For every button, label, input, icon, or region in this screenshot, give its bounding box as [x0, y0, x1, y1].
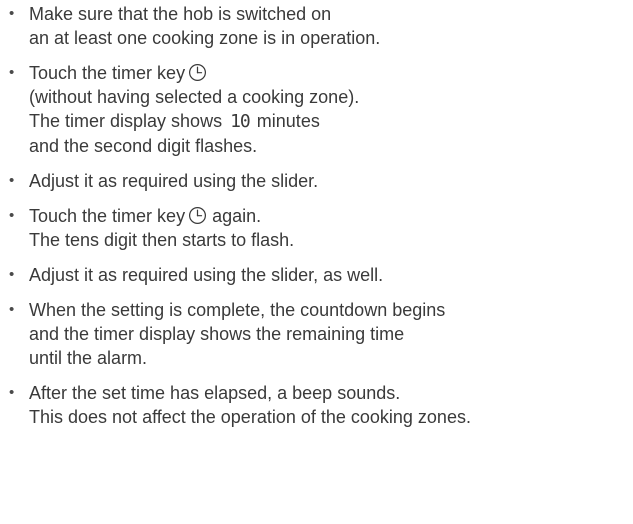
step-4-line-2: The tens digit then starts to flash.	[29, 230, 295, 250]
bullet: •	[9, 266, 15, 283]
instruction-page: • Make sure that the hob is switched on …	[0, 0, 633, 524]
step-4-text-suffix: again.	[212, 206, 262, 226]
step-2-line-4: and the second digit flashes.	[29, 136, 258, 156]
step-6-line-3: until the alarm.	[29, 348, 148, 368]
step-4-text: Touch the timer key	[29, 206, 186, 226]
bullet: •	[9, 64, 15, 81]
list-item-step-6: • When the setting is complete, the coun…	[0, 298, 633, 370]
step-3-line-1: Adjust it as required using the slider.	[29, 171, 319, 191]
step-7-line-2: This does not affect the operation of th…	[29, 407, 471, 427]
step-5-line-1: Adjust it as required using the slider, …	[29, 265, 384, 285]
step-1-line-2: an at least one cooking zone is in opera…	[29, 28, 381, 48]
step-2-display-suffix: minutes	[256, 111, 320, 131]
list-item-step-1: • Make sure that the hob is switched on …	[0, 2, 633, 50]
step-2-line-1: Touch the timer key	[29, 61, 633, 85]
bullet: •	[9, 207, 15, 224]
bullet: •	[9, 172, 15, 189]
timer-instructions-list: • Make sure that the hob is switched on …	[0, 2, 633, 429]
list-item-step-4: • Touch the timer key again. The tens di…	[0, 204, 633, 252]
step-4-line-1: Touch the timer key again.	[29, 204, 633, 228]
step-6-line-1: When the setting is complete, the countd…	[29, 300, 446, 320]
step-2-line-3: The timer display shows 10 minutes	[29, 109, 633, 134]
list-item-step-7: • After the set time has elapsed, a beep…	[0, 381, 633, 429]
bullet: •	[9, 5, 15, 22]
step-7-line-1: After the set time has elapsed, a beep s…	[29, 383, 401, 403]
step-1-line-1: Make sure that the hob is switched on	[29, 4, 332, 24]
step-2-line-2: (without having selected a cooking zone)…	[29, 87, 360, 107]
list-item-step-3: • Adjust it as required using the slider…	[0, 169, 633, 193]
bullet: •	[9, 301, 15, 318]
step-2-display-prefix: The timer display shows	[29, 111, 223, 131]
step-2-text: Touch the timer key	[29, 63, 186, 83]
clock-icon	[188, 63, 207, 82]
bullet: •	[9, 384, 15, 401]
clock-icon	[188, 206, 207, 225]
list-item-step-2: • Touch the timer key (without having se…	[0, 61, 633, 158]
step-6-line-2: and the timer display shows the remainin…	[29, 324, 405, 344]
timer-display-value: 10	[230, 111, 251, 132]
list-item-step-5: • Adjust it as required using the slider…	[0, 263, 633, 287]
